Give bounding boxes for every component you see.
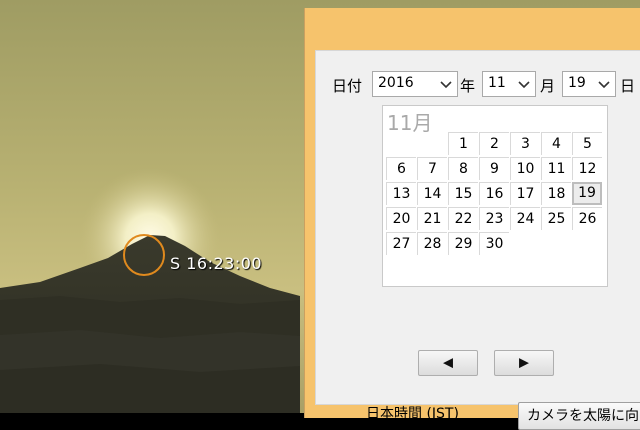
calendar-day[interactable]: 10 bbox=[510, 157, 540, 180]
calendar-day[interactable]: 8 bbox=[448, 157, 478, 180]
chevron-down-icon bbox=[440, 81, 452, 89]
chevron-down-icon bbox=[598, 81, 610, 89]
calendar-day[interactable]: 26 bbox=[572, 207, 602, 230]
calendar-day[interactable]: 22 bbox=[448, 207, 478, 230]
month-select[interactable]: 11 bbox=[482, 71, 536, 97]
calendar: 11月 1 2 3 4 5 6 7 8 9 10 11 12 13 14 15 16 17 18 19 20 21 22 2… bbox=[382, 105, 608, 287]
calendar-month-title: 11月 bbox=[387, 111, 433, 135]
point-camera-at-sun-button[interactable]: カメラを太陽に向け bbox=[518, 402, 640, 430]
calendar-day[interactable]: 29 bbox=[448, 232, 478, 255]
day-suffix: 日 bbox=[620, 77, 636, 95]
calendar-day[interactable]: 14 bbox=[417, 182, 447, 205]
prev-month-button[interactable]: ◀ bbox=[418, 350, 478, 376]
date-panel-inner: 日付 2016 年 11 月 19 日 11月 1 2 3 4 5 6 7 8 9 10 11 12 1… bbox=[315, 50, 640, 430]
calendar-day[interactable]: 28 bbox=[417, 232, 447, 255]
calendar-day[interactable]: 20 bbox=[386, 207, 416, 230]
calendar-day[interactable]: 25 bbox=[541, 207, 571, 230]
calendar-day[interactable]: 4 bbox=[541, 132, 571, 155]
timezone-label: 日本時間 (JST) bbox=[366, 406, 459, 422]
sun-time-label: S 16:23:00 bbox=[170, 254, 263, 273]
date-panel: 日付 2016 年 11 月 19 日 11月 1 2 3 4 5 6 7 8 9 10 11 12 1… bbox=[304, 8, 640, 430]
calendar-day[interactable]: 3 bbox=[510, 132, 540, 155]
calendar-day[interactable]: 27 bbox=[386, 232, 416, 255]
calendar-day[interactable]: 1 bbox=[448, 132, 478, 155]
calendar-day[interactable]: 24 bbox=[510, 207, 540, 230]
year-select[interactable]: 2016 bbox=[372, 71, 458, 97]
calendar-day[interactable]: 5 bbox=[572, 132, 602, 155]
calendar-day[interactable]: 11 bbox=[541, 157, 571, 180]
month-value: 11 bbox=[488, 75, 506, 91]
chevron-down-icon bbox=[518, 81, 530, 89]
calendar-day-selected[interactable]: 19 bbox=[572, 182, 602, 205]
triangle-left-icon: ◀ bbox=[443, 355, 453, 371]
year-value: 2016 bbox=[378, 75, 414, 91]
calendar-day[interactable]: 13 bbox=[386, 182, 416, 205]
calendar-day[interactable]: 15 bbox=[448, 182, 478, 205]
calendar-day[interactable]: 9 bbox=[479, 157, 509, 180]
calendar-day[interactable]: 7 bbox=[417, 157, 447, 180]
month-suffix: 月 bbox=[540, 77, 556, 95]
calendar-day[interactable]: 2 bbox=[479, 132, 509, 155]
calendar-day[interactable]: 6 bbox=[386, 157, 416, 180]
calendar-day[interactable]: 16 bbox=[479, 182, 509, 205]
triangle-right-icon: ▶ bbox=[519, 355, 529, 371]
calendar-day[interactable]: 21 bbox=[417, 207, 447, 230]
calendar-day[interactable]: 12 bbox=[572, 157, 602, 180]
next-month-button[interactable]: ▶ bbox=[494, 350, 554, 376]
year-suffix: 年 bbox=[460, 77, 476, 95]
date-label: 日付 bbox=[332, 77, 363, 95]
day-select[interactable]: 19 bbox=[562, 71, 616, 97]
calendar-day[interactable]: 23 bbox=[479, 207, 509, 230]
calendar-day[interactable]: 17 bbox=[510, 182, 540, 205]
day-value: 19 bbox=[568, 75, 586, 91]
calendar-day[interactable]: 18 bbox=[541, 182, 571, 205]
calendar-day[interactable]: 30 bbox=[479, 232, 509, 255]
